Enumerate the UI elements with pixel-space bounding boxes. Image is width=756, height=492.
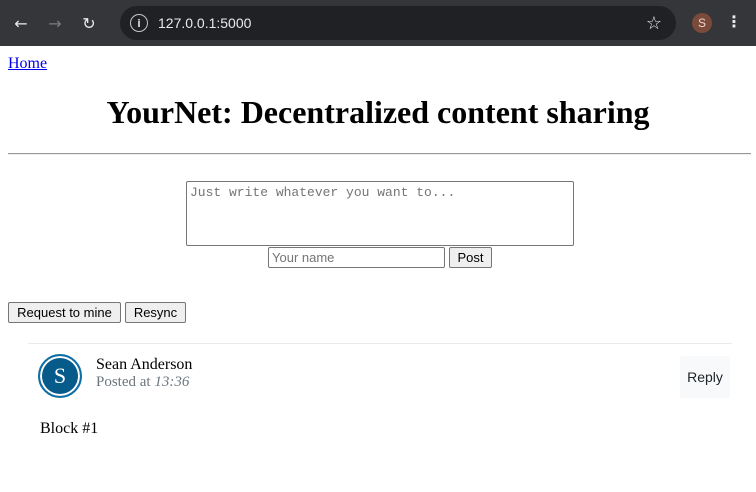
author-name-input[interactable] [268,247,445,268]
site-info-icon[interactable]: i [130,14,148,32]
post-author: Sean Anderson [96,356,193,373]
post-content-input[interactable] [186,181,574,246]
post-timestamp: Posted at 13:36 [96,374,189,391]
post-button[interactable]: Post [449,247,492,268]
post-content: Block #1 [40,420,99,437]
divider [8,153,751,155]
page-title: YourNet: Decentralized content sharing [106,94,650,130]
browser-toolbar: ← → ↻ i 127.0.0.1:5000 ☆ S ⋮ [0,0,756,46]
home-link[interactable]: Home [8,55,47,73]
back-arrow-icon[interactable]: ← [8,10,34,36]
posted-at-label: Posted at [96,374,151,390]
forward-arrow-icon[interactable]: → [42,10,68,36]
address-bar[interactable]: i 127.0.0.1:5000 ☆ [120,6,676,40]
kebab-menu-icon[interactable]: ⋮ [726,12,742,31]
resync-button[interactable]: Resync [125,302,186,323]
profile-avatar[interactable]: S [692,13,712,33]
request-to-mine-button[interactable]: Request to mine [8,302,121,323]
post-card-border [28,343,732,344]
reply-button[interactable]: Reply [680,356,730,398]
url-text[interactable]: 127.0.0.1:5000 [158,15,251,31]
bookmark-star-icon[interactable]: ☆ [646,13,662,34]
post-time: 13:36 [154,374,190,390]
reload-icon[interactable]: ↻ [76,10,102,36]
avatar: S [38,354,82,398]
